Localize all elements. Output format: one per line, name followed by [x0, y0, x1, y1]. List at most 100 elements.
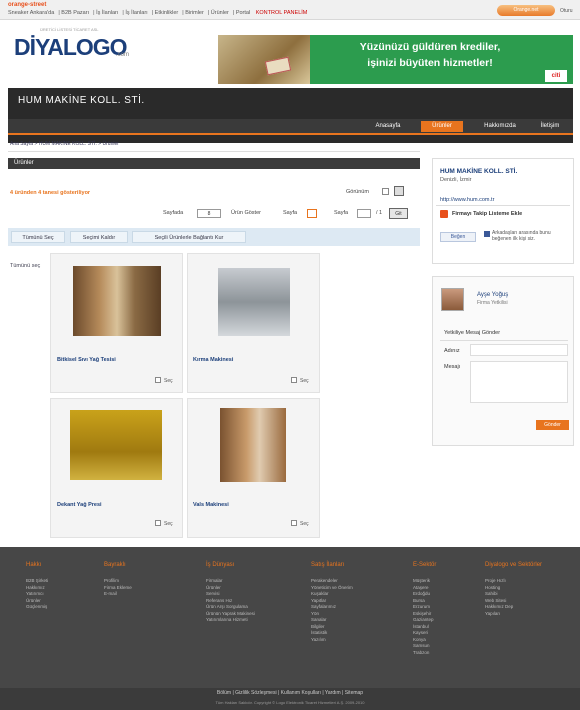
- footer-link[interactable]: Yazılım: [311, 637, 353, 644]
- divider: [436, 205, 570, 206]
- product-name[interactable]: Kırma Makinesi: [193, 357, 233, 363]
- banner-logo: citi: [545, 70, 567, 82]
- company-name: HUM MAKİNE KOLL. STİ.: [440, 168, 518, 175]
- product-image[interactable]: [220, 408, 286, 482]
- shown-label: Ürün Göster: [231, 210, 261, 216]
- footer: [0, 547, 580, 710]
- footer-link-list: Proje Hızlı Hosting Sahibi Web Sitesi Hakkım…: [485, 578, 513, 617]
- footer-heading: Diyalogo ve Sektörler: [485, 562, 543, 568]
- contact-name[interactable]: Ayşe Yoğuş: [477, 292, 508, 298]
- message-label: Mesajı: [444, 364, 461, 370]
- select-all-button[interactable]: Tümünü Seç: [11, 231, 65, 243]
- footer-link[interactable]: E-mail: [104, 591, 132, 598]
- page-label: Sayfa: [283, 210, 298, 216]
- tab-about[interactable]: Hakkımızda: [475, 121, 525, 132]
- compare-label: Seç: [164, 521, 173, 527]
- message-field[interactable]: [470, 361, 568, 403]
- avatar: [441, 288, 464, 311]
- company-title: HUM MAKİNE KOLL. STİ.: [18, 95, 145, 106]
- footer-link-list: Müşterik Ataşere Erdoğdu Bursa Erzurum Eskişe…: [413, 578, 434, 656]
- banner-subline: işinizi büyüten hizmetler!: [367, 57, 493, 69]
- per-page-label: Sayfada: [163, 210, 184, 216]
- facebook-text: Arkadaşları arasında bunu beğenen ilk ki…: [492, 230, 551, 242]
- divider: [8, 151, 420, 152]
- deselect-button[interactable]: Seçimi Kaldır: [70, 231, 128, 243]
- footer-heading: E-Sektör: [413, 562, 437, 568]
- exit-link[interactable]: Oturu: [560, 8, 573, 14]
- product-image[interactable]: [218, 268, 290, 336]
- footer-link[interactable]: Hakkımız Dep: [485, 604, 513, 611]
- nav-underline: [8, 133, 573, 135]
- footer-heading: Bayraklı: [104, 562, 126, 568]
- tab-contact[interactable]: İletişim: [531, 121, 569, 132]
- top-link[interactable]: İş İlanları: [96, 10, 118, 16]
- follow-icon[interactable]: [440, 210, 448, 218]
- top-link[interactable]: Sneaker Ankara'da: [8, 10, 54, 16]
- footer-link[interactable]: B2B Şirketi: [26, 578, 48, 585]
- top-link[interactable]: Birimler: [185, 10, 204, 16]
- top-link[interactable]: İş İlanları: [125, 10, 147, 16]
- footer-heading: Hakkı: [26, 562, 42, 568]
- compare-checkbox[interactable]: [155, 520, 161, 526]
- tab-home[interactable]: Anasayfa: [368, 121, 408, 132]
- footer-link[interactable]: Güçlenmiş: [26, 604, 48, 611]
- top-link[interactable]: Portal: [236, 10, 250, 16]
- footer-links[interactable]: Bölüm | Gizlilik Sözleşmesi | Kullanım K…: [0, 690, 580, 696]
- grid-view-icon[interactable]: [394, 186, 404, 196]
- divider: [440, 340, 568, 341]
- product-name[interactable]: Dekant Yağ Presi: [57, 502, 102, 508]
- contact-selected-button[interactable]: Seçili Ürünlerle Bağlantı Kur: [132, 231, 246, 243]
- go-button[interactable]: Git: [389, 208, 408, 219]
- name-label: Adınız: [444, 348, 460, 354]
- section-title: Ürünler: [8, 158, 420, 169]
- top-link[interactable]: Ürünler: [211, 10, 229, 16]
- footer-link-list: B2B Şirketi Hakkımız Yatırımcı Ürünler Güçle…: [26, 578, 48, 611]
- list-view-icon[interactable]: [382, 188, 389, 195]
- select-all-link[interactable]: Tümünü seç: [10, 263, 40, 269]
- footer-heading: Satış İlanları: [311, 562, 345, 568]
- company-website[interactable]: http://www.hum.com.tr: [440, 197, 494, 203]
- product-image[interactable]: [70, 410, 162, 480]
- compare-label: Seç: [300, 378, 309, 384]
- brand-link[interactable]: orange-street: [8, 2, 46, 8]
- footer-link[interactable]: Gaziantep: [413, 617, 434, 624]
- product-image[interactable]: [73, 266, 161, 336]
- top-link[interactable]: Etkinlikler: [155, 10, 179, 16]
- compare-checkbox[interactable]: [291, 520, 297, 526]
- compare-checkbox[interactable]: [291, 377, 297, 383]
- footer-link[interactable]: Yatırımlarına Hizmeti: [206, 617, 255, 624]
- footer-link-list: Firmalar Ürünler Servisi Referans Hız Ürün A…: [206, 578, 255, 624]
- name-field[interactable]: [470, 344, 568, 356]
- page-label-2: Sayfa: [334, 210, 349, 216]
- page-number-input[interactable]: [357, 209, 371, 218]
- footer-link[interactable]: Yapıları: [485, 611, 513, 618]
- banner-image: [218, 35, 310, 84]
- page-total: / 1: [376, 210, 383, 216]
- footer-link[interactable]: Ürün Arşı Sorgulama: [206, 604, 255, 611]
- like-button[interactable]: Beğen: [440, 232, 476, 242]
- logo-tagline: ÜRETİCİ LİSTESİ TİCARET ASL: [40, 27, 99, 32]
- compare-checkbox[interactable]: [155, 377, 161, 383]
- product-name[interactable]: Vals Makinesi: [193, 502, 229, 508]
- follow-link[interactable]: Firmayı Takip Listeme Ekle: [452, 211, 522, 217]
- breadcrumb[interactable]: Ana Sayfa > HUM MAKİNE KOLL. STİ. > Ürün…: [10, 141, 119, 147]
- footer-heading: İş Dünyası: [206, 562, 235, 568]
- contact-role: Firma Yetkilisi: [477, 300, 508, 306]
- site-logo[interactable]: DİYALOGO: [14, 34, 128, 61]
- footer-link-list: Perakendeler Yöneticim ve Önerim Kuşaklar Y…: [311, 578, 353, 643]
- top-links: Sneaker Ankara'da | B2B Pazarı | İş İlanla…: [8, 10, 308, 16]
- product-name[interactable]: Bitkisel Sıvı Yağ Tesisi: [57, 357, 116, 363]
- page-input[interactable]: [307, 209, 317, 218]
- compare-label: Seç: [164, 378, 173, 384]
- per-page-select[interactable]: 8: [197, 209, 221, 218]
- send-button[interactable]: Gönder: [536, 420, 569, 430]
- signin-button[interactable]: Orange.net: [497, 5, 555, 16]
- view-label: Görünüm: [346, 189, 369, 195]
- compare-label: Seç: [300, 521, 309, 527]
- banner-headline: Yüzünüzü güldüren krediler,: [359, 41, 501, 53]
- control-panel-link[interactable]: KONTROL PANELİM: [256, 10, 308, 16]
- footer-link[interactable]: Trabzon: [413, 650, 434, 657]
- top-link[interactable]: B2B Pazarı: [61, 10, 89, 16]
- footer-link-list: Profilim Firma Ekleme E-mail: [104, 578, 132, 598]
- tab-products[interactable]: Ürünler: [421, 121, 463, 132]
